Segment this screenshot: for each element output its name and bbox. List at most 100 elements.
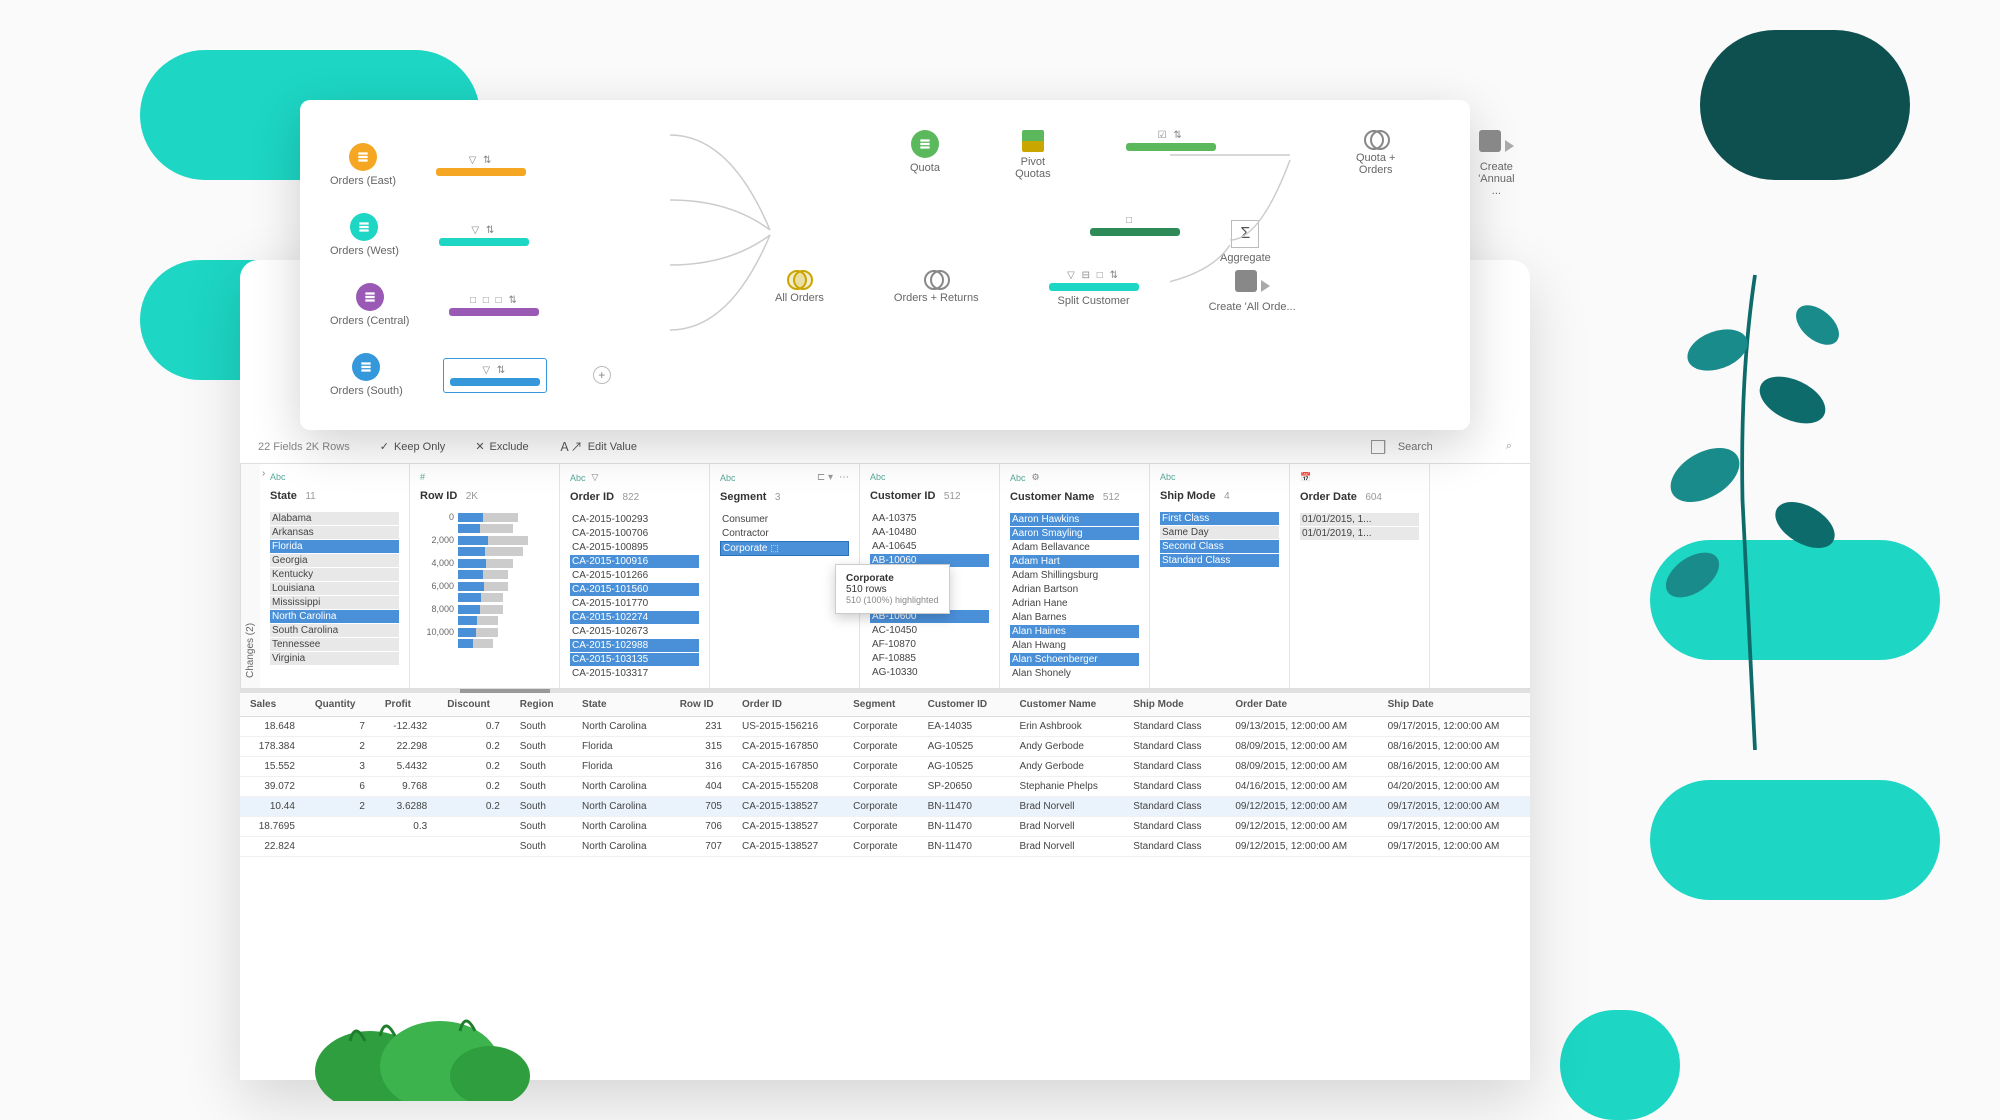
field-column-customer-name[interactable]: Abc ⚙ Customer Name 512Aaron HawkinsAaro… bbox=[1000, 464, 1150, 688]
field-value[interactable]: Tennessee bbox=[270, 638, 399, 651]
field-value[interactable]: First Class bbox=[1160, 512, 1279, 525]
field-value[interactable]: Mississippi bbox=[270, 596, 399, 609]
field-value[interactable]: AG-10330 bbox=[870, 666, 989, 679]
field-value[interactable]: AA-10645 bbox=[870, 540, 989, 553]
flow-node-aggregate[interactable]: Σ Aggregate bbox=[1220, 220, 1271, 264]
search-icon[interactable]: ⌕ bbox=[1506, 440, 1512, 453]
field-column-order-id[interactable]: Abc ▽ Order ID 822CA-2015-100293CA-2015-… bbox=[560, 464, 710, 688]
field-value[interactable]: Alan Haines bbox=[1010, 625, 1139, 638]
field-value[interactable]: CA-2015-102988 bbox=[570, 639, 699, 652]
table-row[interactable]: 39.07269.7680.2SouthNorth Carolina404CA-… bbox=[240, 777, 1530, 797]
flow-node-create-annual[interactable]: Create 'Annual ... bbox=[1472, 130, 1520, 197]
field-value[interactable]: Adrian Hane bbox=[1010, 597, 1139, 610]
column-header[interactable]: Sales bbox=[240, 693, 305, 717]
field-value[interactable]: Alan Barnes bbox=[1010, 611, 1139, 624]
field-column-order-date[interactable]: 📅 Order Date 60401/01/2015, 1...01/01/20… bbox=[1290, 464, 1430, 688]
field-value[interactable]: Same Day bbox=[1160, 526, 1279, 539]
column-header[interactable]: Profit bbox=[375, 693, 437, 717]
field-value[interactable]: Alan Schoenberger bbox=[1010, 653, 1139, 666]
field-column-ship-mode[interactable]: Abc Ship Mode 4First ClassSame DaySecond… bbox=[1150, 464, 1290, 688]
flow-source-0[interactable]: Orders (East) bbox=[330, 143, 396, 187]
table-row[interactable]: 15.55235.44320.2SouthFlorida316CA-2015-1… bbox=[240, 757, 1530, 777]
flow-step-green[interactable]: ☑ ⇅ bbox=[1126, 130, 1216, 151]
column-header[interactable]: Ship Mode bbox=[1123, 693, 1225, 717]
horizontal-scrollbar[interactable] bbox=[240, 689, 1530, 693]
column-header[interactable]: Row ID bbox=[670, 693, 732, 717]
field-value[interactable]: North Carolina bbox=[270, 610, 399, 623]
field-value[interactable]: AA-10375 bbox=[870, 512, 989, 525]
field-value[interactable]: Aaron Smayling bbox=[1010, 527, 1139, 540]
field-value[interactable]: Aaron Hawkins bbox=[1010, 513, 1139, 526]
field-value[interactable]: Arkansas bbox=[270, 526, 399, 539]
field-value[interactable]: CA-2015-100916 bbox=[570, 555, 699, 568]
flow-node-orders-returns[interactable]: Orders + Returns bbox=[894, 270, 979, 304]
flow-canvas[interactable]: Orders (East) ▽ ⇅ Orders (West) ▽ ⇅ Orde… bbox=[300, 100, 1470, 430]
flow-node-all-orders[interactable]: All Orders bbox=[775, 270, 824, 304]
field-value[interactable]: Adam Bellavance bbox=[1010, 541, 1139, 554]
field-value[interactable]: Alabama bbox=[270, 512, 399, 525]
field-value[interactable]: CA-2015-103317 bbox=[570, 667, 699, 680]
field-value[interactable]: CA-2015-102274 bbox=[570, 611, 699, 624]
column-header[interactable]: State bbox=[572, 693, 670, 717]
flow-step-0[interactable]: ▽ ⇅ bbox=[436, 155, 526, 176]
flow-step-3[interactable]: ▽ ⇅ bbox=[443, 358, 547, 393]
table-row[interactable]: 18.6487-12.4320.7SouthNorth Carolina231U… bbox=[240, 717, 1530, 737]
flow-source-1[interactable]: Orders (West) bbox=[330, 213, 399, 257]
field-value[interactable]: CA-2015-103135 bbox=[570, 653, 699, 666]
field-value[interactable]: CA-2015-100895 bbox=[570, 541, 699, 554]
flow-step-dark[interactable]: □ bbox=[1090, 215, 1170, 236]
field-value[interactable]: Alan Hwang bbox=[1010, 639, 1139, 652]
field-value[interactable]: Alan Shonely bbox=[1010, 667, 1139, 680]
expand-chevron-icon[interactable]: › bbox=[262, 468, 265, 479]
field-value[interactable]: AF-10870 bbox=[870, 638, 989, 651]
field-value[interactable]: CA-2015-102673 bbox=[570, 625, 699, 638]
column-header[interactable]: Segment bbox=[843, 693, 918, 717]
field-value[interactable]: Louisiana bbox=[270, 582, 399, 595]
flow-source-3[interactable]: Orders (South) bbox=[330, 353, 403, 397]
add-step-button[interactable]: + bbox=[593, 366, 611, 384]
flow-node-create-all-orders[interactable]: Create 'All Orde... bbox=[1209, 270, 1296, 313]
field-value[interactable]: CA-2015-101770 bbox=[570, 597, 699, 610]
flow-node-split-customer[interactable]: ▽ ⊟ □ ⇅ Split Customer bbox=[1049, 270, 1139, 307]
table-row[interactable]: 18.76950.3SouthNorth Carolina706CA-2015-… bbox=[240, 817, 1530, 837]
field-value[interactable]: Kentucky bbox=[270, 568, 399, 581]
field-value[interactable]: CA-2015-101266 bbox=[570, 569, 699, 582]
more-icon[interactable]: ⋯ bbox=[839, 472, 849, 483]
keep-only-button[interactable]: ✓ Keep Only bbox=[380, 440, 446, 453]
column-header[interactable]: Region bbox=[510, 693, 572, 717]
data-grid[interactable]: SalesQuantityProfitDiscountRegionStateRo… bbox=[240, 693, 1530, 857]
field-value[interactable]: AC-10450 bbox=[870, 624, 989, 637]
flow-source-2[interactable]: Orders (Central) bbox=[330, 283, 409, 327]
flow-node-quota[interactable]: Quota bbox=[910, 130, 940, 174]
column-header[interactable]: Customer ID bbox=[918, 693, 1010, 717]
exclude-button[interactable]: ✕ Exclude bbox=[475, 440, 528, 453]
field-value[interactable]: Second Class bbox=[1160, 540, 1279, 553]
field-value[interactable]: Consumer bbox=[720, 513, 849, 526]
field-value[interactable]: Standard Class bbox=[1160, 554, 1279, 567]
column-header[interactable]: Quantity bbox=[305, 693, 375, 717]
field-value[interactable]: Virginia bbox=[270, 652, 399, 665]
field-value[interactable]: Adam Hart bbox=[1010, 555, 1139, 568]
column-header[interactable]: Order Date bbox=[1225, 693, 1377, 717]
field-value[interactable]: AA-10480 bbox=[870, 526, 989, 539]
field-value[interactable]: 01/01/2019, 1... bbox=[1300, 527, 1419, 540]
field-value[interactable]: CA-2015-101560 bbox=[570, 583, 699, 596]
grid-view-icon[interactable] bbox=[1371, 440, 1385, 454]
flow-step-2[interactable]: □ □ □ ⇅ bbox=[449, 295, 539, 316]
field-value[interactable]: Georgia bbox=[270, 554, 399, 567]
field-value[interactable]: Florida bbox=[270, 540, 399, 553]
column-header[interactable]: Discount bbox=[437, 693, 510, 717]
search-input[interactable] bbox=[1398, 441, 1498, 453]
field-value[interactable]: Adam Shillingsburg bbox=[1010, 569, 1139, 582]
field-value[interactable]: Adrian Bartson bbox=[1010, 583, 1139, 596]
field-value[interactable]: Corporate ⬚ bbox=[720, 541, 849, 556]
field-value[interactable]: CA-2015-100293 bbox=[570, 513, 699, 526]
sort-icon[interactable]: ⊏ ▾ bbox=[817, 472, 833, 483]
field-value[interactable]: Contractor bbox=[720, 527, 849, 540]
changes-tab[interactable]: Changes (2) bbox=[240, 464, 260, 688]
edit-value-button[interactable]: Ａ↗ Edit Value bbox=[559, 438, 637, 455]
flow-step-1[interactable]: ▽ ⇅ bbox=[439, 225, 529, 246]
flow-node-pivot-quotas[interactable]: Pivot Quotas bbox=[1015, 130, 1051, 180]
field-value[interactable]: CA-2015-100706 bbox=[570, 527, 699, 540]
table-row[interactable]: 178.384222.2980.2SouthFlorida315CA-2015-… bbox=[240, 737, 1530, 757]
